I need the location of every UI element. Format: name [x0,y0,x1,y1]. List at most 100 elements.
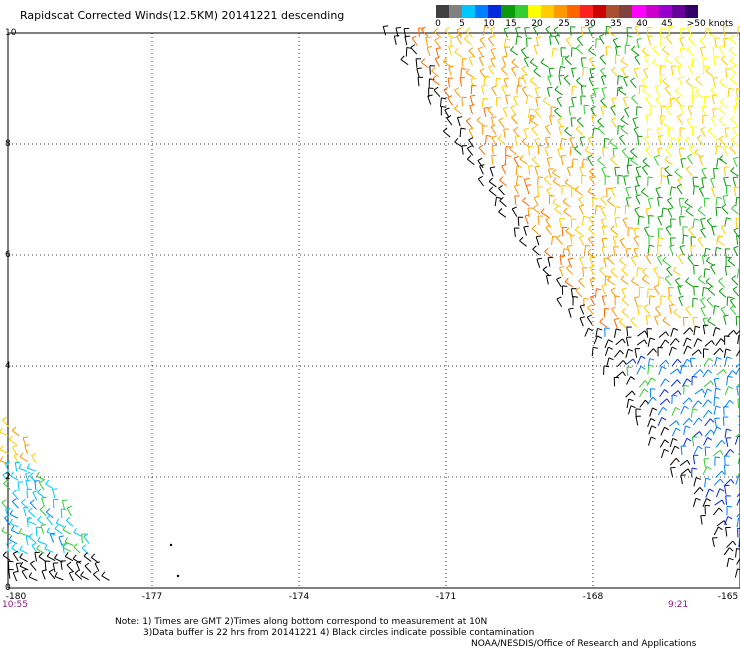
wind-barb [652,58,661,68]
wind-barb [664,55,673,65]
wind-barb [625,348,634,358]
wind-barb [483,75,491,85]
wind-barb [713,507,723,516]
wind-barb [685,165,693,176]
wind-barb [714,456,721,466]
wind-barb [579,316,586,327]
wind-barb [729,34,737,45]
wind-barb [25,535,32,546]
wind-barb [669,368,681,375]
wind-barb [706,217,714,228]
wind-barb [736,557,740,565]
wind-barb [625,248,631,258]
wind-barb [40,524,46,535]
wind-barb [662,45,670,56]
wind-barb [692,497,701,507]
wind-barb [712,77,719,88]
wind-barb [630,255,637,266]
wind-barb [37,536,47,545]
longitude-label: -171 [435,592,457,602]
wind-barb [699,186,705,197]
wind-barb [38,552,47,563]
wind-barb [578,235,585,246]
wind-barb [692,297,699,308]
wind-barb [523,56,530,68]
wind-barb [705,488,714,498]
contamination-dot [169,543,173,547]
wind-barb [725,526,731,537]
wind-barb [722,416,729,426]
wind-barb [36,471,46,481]
wind-barb [574,145,582,156]
wind-barb [431,75,440,86]
wind-barb [680,405,689,415]
wind-barb [671,406,681,416]
wind-barb [556,276,562,288]
wind-barb [682,437,692,447]
wind-barb [626,366,632,377]
wind-barb [692,417,703,426]
wind-barb [12,570,19,582]
wind-barb [702,286,709,297]
note-line-3: NOAA/NESDIS/Office of Research and Appli… [471,639,697,649]
wind-barb [648,235,654,245]
wind-barb [703,197,710,208]
wind-barb [611,306,618,317]
wind-barb [41,569,47,580]
wind-barb [667,127,674,137]
wind-barb [498,208,507,218]
wind-barb [679,459,691,467]
wind-barb [443,127,451,138]
wind-barb [714,499,725,506]
wind-barb [580,85,587,95]
wind-barb [704,340,715,347]
wind-barb [599,54,607,65]
wind-barb [610,225,619,236]
wind-barb [411,35,418,46]
wind-barb [693,325,701,336]
wind-barb [11,426,20,437]
wind-barb [660,175,667,185]
wind-barb [712,449,724,457]
wind-barb [665,34,673,45]
wind-barb [1,499,9,510]
wind-barb [658,331,669,338]
wind-barb [448,45,454,56]
wind-barb [700,297,706,308]
wind-barb [723,166,730,177]
wind-barb [634,24,640,36]
wind-barb [454,47,463,58]
wind-barb [724,356,732,366]
wind-barb [713,405,721,415]
wind-barb [664,165,672,177]
wind-barb [664,155,673,165]
wind-barb [736,349,740,357]
wind-barb [552,198,561,208]
wind-barb [660,448,669,459]
wind-barb [511,66,517,77]
wind-barb [561,285,568,295]
wind-barb [732,286,740,297]
wind-barb [587,26,594,37]
wind-barb [645,114,652,125]
wind-barb [639,388,649,397]
wind-barb [513,227,520,238]
wind-barb [587,154,593,166]
wind-barb [624,106,630,118]
wind-barb [725,68,731,78]
wind-barb [575,286,583,298]
wind-barb [537,186,543,196]
wind-map[interactable] [0,0,740,650]
wind-barb [44,544,54,553]
wind-barb [689,145,696,156]
wind-barb [684,198,693,208]
wind-barb [697,206,706,217]
wind-barb [465,117,473,129]
wind-barb [700,217,706,228]
wind-barb [560,155,567,165]
wind-barb [603,307,610,318]
wind-barb [648,295,655,305]
wind-barb [647,244,655,255]
wind-barb [626,35,633,45]
wind-barb [702,410,713,419]
